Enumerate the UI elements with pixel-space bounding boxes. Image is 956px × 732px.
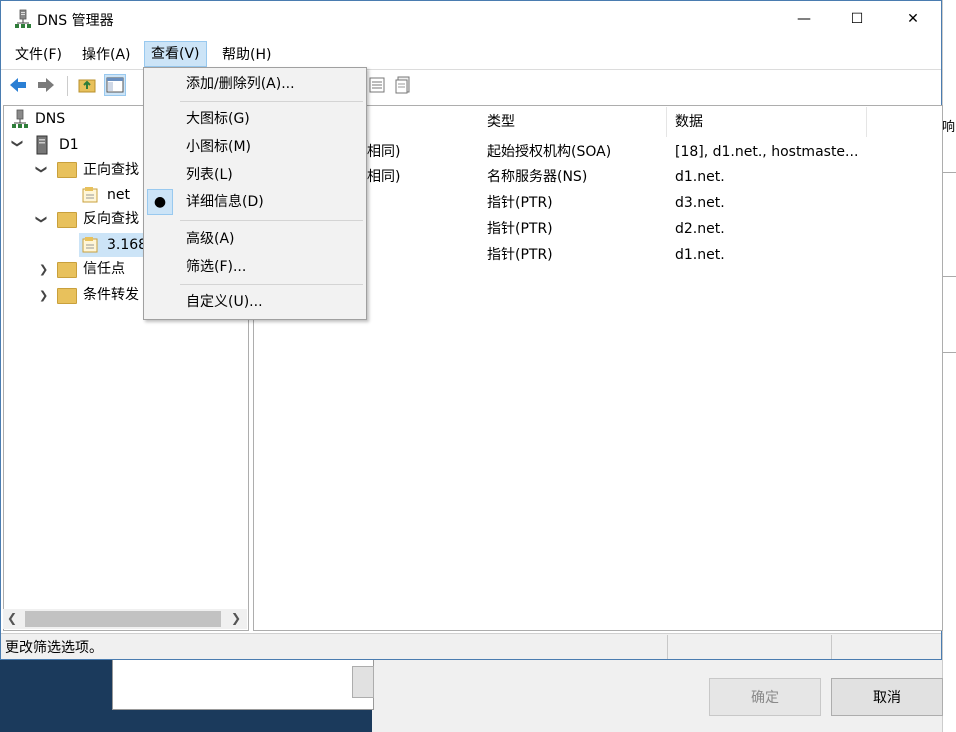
record-data[interactable]: d1.net.: [675, 165, 725, 189]
folder-icon: [57, 162, 77, 178]
status-divider: [667, 635, 668, 659]
menu-separator: [180, 220, 363, 221]
chevron-down-icon[interactable]: ❯: [35, 165, 48, 174]
background-button[interactable]: [352, 666, 374, 698]
toolbar-separator: [67, 76, 68, 96]
menu-item-small-icons[interactable]: 小图标(M): [186, 135, 251, 159]
menu-item-details[interactable]: 详细信息(D): [186, 190, 264, 214]
column-header-type[interactable]: 类型: [479, 107, 667, 137]
tree-item-reverse-zone[interactable]: 3.168: [107, 234, 147, 256]
tree-item-server[interactable]: D1: [59, 134, 79, 156]
record-type[interactable]: 指针(PTR): [487, 191, 553, 215]
record-name[interactable]: 相同): [367, 165, 400, 189]
record-data[interactable]: d1.net.: [675, 243, 725, 267]
record-type[interactable]: 起始授权机构(SOA): [487, 140, 611, 164]
folder-icon: [57, 288, 77, 304]
maximize-button[interactable]: ☐: [834, 1, 880, 37]
window-title: DNS 管理器: [37, 13, 114, 29]
menu-separator: [180, 101, 363, 102]
dns-server-icon: [15, 9, 31, 28]
record-data[interactable]: d3.net.: [675, 191, 725, 215]
ok-button[interactable]: 确定: [709, 678, 821, 716]
menu-item-add-remove-columns[interactable]: 添加/删除列(A)...: [186, 72, 295, 96]
tree-item-forward-lookup[interactable]: 正向查找: [83, 159, 139, 181]
column-header-data[interactable]: 数据: [667, 107, 867, 137]
zone-file-icon: [82, 187, 98, 203]
background-panel: [112, 658, 374, 710]
chevron-right-icon[interactable]: ❯: [39, 289, 48, 302]
scroll-right-icon[interactable]: ❯: [231, 611, 241, 625]
record-name[interactable]: 相同): [367, 140, 400, 164]
folder-icon: [57, 212, 77, 228]
dns-manager-window: DNS 管理器 — ☐ ✕ 文件(F) 操作(A) 查看(V) 帮助(H) DN…: [0, 0, 943, 660]
status-divider: [831, 635, 832, 659]
menu-action[interactable]: 操作(A): [76, 43, 137, 67]
background-divider: [942, 172, 956, 173]
tree-item-trust-points[interactable]: 信任点: [83, 258, 125, 280]
chevron-down-icon[interactable]: ❯: [35, 215, 48, 224]
menu-item-list[interactable]: 列表(L): [186, 163, 233, 187]
status-text: 更改筛选选项。: [5, 640, 103, 656]
scrollbar-thumb[interactable]: [25, 611, 221, 627]
record-data[interactable]: [18], d1.net., hostmaste...: [675, 140, 858, 164]
menu-file[interactable]: 文件(F): [9, 43, 68, 67]
chevron-down-icon[interactable]: ❯: [11, 139, 24, 148]
folder-icon: [57, 262, 77, 278]
record-type[interactable]: 指针(PTR): [487, 217, 553, 241]
tree-item-net[interactable]: net: [107, 184, 130, 206]
menu-item-large-icons[interactable]: 大图标(G): [186, 107, 250, 131]
menu-item-customize[interactable]: 自定义(U)...: [186, 290, 263, 314]
background-divider: [942, 352, 956, 353]
status-bar: [1, 633, 941, 659]
background-divider: [942, 276, 956, 277]
cancel-button[interactable]: 取消: [831, 678, 943, 716]
toolbar: [1, 69, 941, 101]
title-bar[interactable]: DNS 管理器 — ☐ ✕: [1, 1, 941, 37]
zone-file-icon: [82, 237, 98, 253]
minimize-button[interactable]: —: [781, 1, 827, 37]
menu-view[interactable]: 查看(V): [144, 41, 207, 67]
scroll-left-icon[interactable]: ❮: [7, 611, 17, 625]
back-arrow-icon[interactable]: [8, 75, 28, 95]
radio-selected-icon: ●: [147, 189, 173, 215]
background-dialog-edge: [942, 0, 956, 732]
tree-item-dns[interactable]: DNS: [35, 108, 65, 130]
tree-item-reverse-lookup[interactable]: 反向查找: [83, 208, 139, 230]
menu-bar: 文件(F) 操作(A) 查看(V) 帮助(H): [1, 41, 941, 67]
close-button[interactable]: ✕: [890, 1, 936, 37]
forward-arrow-icon[interactable]: [36, 75, 56, 95]
export-list-icon[interactable]: [393, 75, 413, 95]
dns-server-icon: [12, 109, 28, 128]
chevron-right-icon[interactable]: ❯: [39, 263, 48, 276]
menu-item-advanced[interactable]: 高级(A): [186, 227, 235, 251]
show-hide-console-tree-icon[interactable]: [104, 74, 126, 96]
server-icon: [36, 135, 48, 155]
record-type[interactable]: 指针(PTR): [487, 243, 553, 267]
record-data[interactable]: d2.net.: [675, 217, 725, 241]
menu-help[interactable]: 帮助(H): [216, 43, 277, 67]
detail-view-icon[interactable]: [367, 75, 387, 95]
record-type[interactable]: 名称服务器(NS): [487, 165, 587, 189]
menu-item-filter[interactable]: 筛选(F)...: [186, 255, 246, 279]
menu-separator: [180, 284, 363, 285]
background-dialog-side-text: 响: [942, 120, 956, 135]
tree-item-conditional-forwarders[interactable]: 条件转发: [83, 284, 139, 306]
up-folder-icon[interactable]: [77, 75, 97, 95]
